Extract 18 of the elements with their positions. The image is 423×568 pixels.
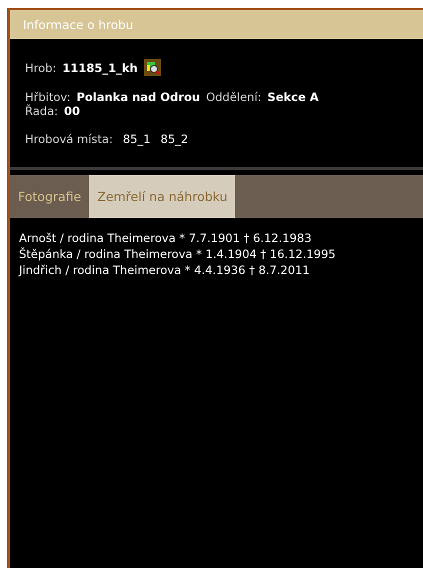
window-title: Informace o hrobu: [23, 18, 134, 32]
field-label: Hrobová místa:: [25, 132, 113, 146]
field-value: 85_2: [160, 132, 188, 146]
field-label: Řada:: [25, 104, 58, 118]
tab[interactable]: Zemřelí na náhrobku: [89, 175, 236, 218]
field-label: Oddělení:: [206, 90, 262, 104]
deceased-entry: Jindřich / rodina Theimerova * 4.4.1936 † 8.7.2011: [19, 262, 311, 278]
field-label: Hrob:: [25, 60, 56, 74]
tab[interactable]: Fotografie: [10, 175, 90, 218]
field-value: Polanka nad Odrou: [76, 90, 200, 104]
field-value: 85_1: [122, 132, 151, 146]
field-value: 00: [64, 104, 80, 118]
deceased-entry: Štěpánka / rodina Theimerova * 1.4.1904 † 16.12.1995: [19, 246, 337, 262]
map-icon[interactable]: [144, 59, 161, 76]
field-value: Sekce A: [267, 90, 319, 104]
field-value: 11185_1_kh: [62, 60, 138, 74]
deceased-entry: Arnošt / rodina Theimerova * 7.7.1901 † 6.12.1983: [19, 230, 313, 246]
field-label: Hřbitov:: [25, 90, 70, 104]
